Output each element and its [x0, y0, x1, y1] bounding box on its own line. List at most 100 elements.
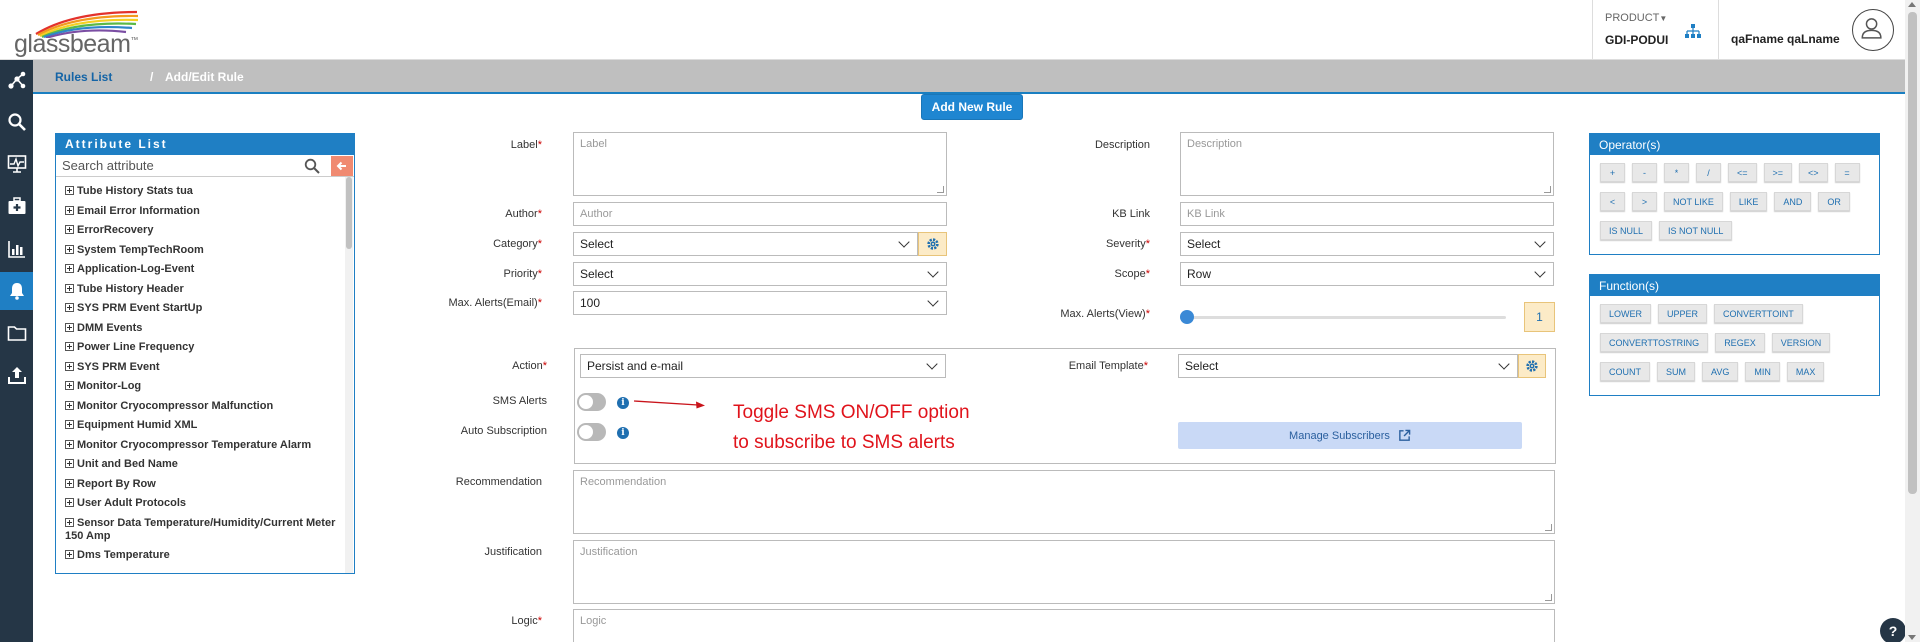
function-button[interactable]: LOWER: [1600, 304, 1652, 323]
expand-plus-icon[interactable]: [65, 283, 74, 293]
operator-button[interactable]: -: [1632, 163, 1657, 182]
operator-button[interactable]: OR: [1818, 192, 1850, 211]
function-button[interactable]: CONVERTTOSTRING: [1600, 333, 1709, 352]
function-button[interactable]: MAX: [1786, 362, 1825, 381]
nav-search[interactable]: [0, 103, 33, 141]
kb-link-input[interactable]: KB Link: [1180, 202, 1554, 226]
attribute-item[interactable]: User Adult Protocols: [65, 497, 343, 510]
operator-button[interactable]: <=: [1728, 163, 1757, 182]
logic-textarea[interactable]: Logic: [573, 609, 1555, 642]
severity-select[interactable]: Select: [1180, 232, 1554, 256]
expand-plus-icon[interactable]: [65, 381, 74, 390]
max-alerts-view-slider-handle[interactable]: [1180, 310, 1194, 324]
sms-alerts-info-icon[interactable]: i: [617, 397, 629, 409]
nav-monitor[interactable]: [0, 145, 33, 183]
attribute-item[interactable]: Dms Temperature: [65, 549, 343, 562]
expand-plus-icon[interactable]: [65, 342, 74, 351]
search-icon[interactable]: [304, 158, 320, 174]
breadcrumb-rules-list[interactable]: Rules List: [55, 70, 112, 84]
scope-select[interactable]: Row: [1180, 262, 1554, 286]
sms-alerts-toggle[interactable]: [577, 393, 606, 411]
attribute-list-scrollbar[interactable]: [345, 177, 353, 573]
operator-button[interactable]: AND: [1774, 192, 1812, 211]
expand-plus-icon[interactable]: [65, 225, 74, 234]
priority-select[interactable]: Select: [573, 262, 947, 286]
expand-plus-icon[interactable]: [65, 517, 74, 527]
product-selector[interactable]: PRODUCT▼ GDI-PODUI: [1592, 0, 1719, 60]
operator-button[interactable]: *: [1664, 163, 1689, 182]
help-button[interactable]: ?: [1880, 618, 1906, 642]
operator-button[interactable]: >: [1632, 192, 1657, 211]
expand-plus-icon[interactable]: [65, 420, 74, 429]
function-button[interactable]: CONVERTTOINT: [1714, 304, 1803, 323]
attribute-item[interactable]: DMM Events: [65, 322, 343, 335]
function-button[interactable]: SUM: [1657, 362, 1695, 381]
operator-button[interactable]: +: [1600, 163, 1625, 182]
function-button[interactable]: AVG: [1702, 362, 1739, 381]
attribute-item[interactable]: SYS PRM Event: [65, 361, 343, 374]
attribute-search-input[interactable]: [62, 157, 292, 174]
nav-files[interactable]: [0, 314, 33, 352]
function-button[interactable]: REGEX: [1715, 333, 1765, 352]
operator-button[interactable]: <>: [1799, 163, 1828, 182]
add-new-rule-button[interactable]: Add New Rule: [921, 94, 1023, 120]
nav-network[interactable]: [0, 62, 33, 100]
operator-button[interactable]: IS NULL: [1600, 221, 1653, 240]
function-button[interactable]: COUNT: [1600, 362, 1650, 381]
user-avatar[interactable]: [1852, 9, 1894, 51]
email-template-settings-button[interactable]: [1518, 354, 1546, 378]
expand-plus-icon[interactable]: [65, 303, 74, 312]
auto-subscription-info-icon[interactable]: i: [617, 427, 629, 439]
attribute-list-scroll-thumb[interactable]: [346, 177, 352, 249]
expand-plus-icon[interactable]: [65, 498, 74, 507]
expand-plus-icon[interactable]: [65, 361, 74, 371]
function-button[interactable]: VERSION: [1771, 333, 1831, 352]
description-textarea[interactable]: Description: [1180, 132, 1554, 196]
attribute-item[interactable]: Application-Log-Event: [65, 263, 343, 276]
operator-button[interactable]: IS NOT NULL: [1659, 221, 1733, 240]
attribute-item[interactable]: ErrorRecovery: [65, 224, 343, 237]
category-select[interactable]: Select: [573, 232, 918, 256]
page-scroll-thumb[interactable]: [1908, 12, 1917, 494]
attribute-item[interactable]: Monitor-Log: [65, 380, 343, 393]
operator-button[interactable]: LIKE: [1729, 192, 1768, 211]
nav-reports[interactable]: [0, 230, 33, 268]
nav-alerts[interactable]: [0, 272, 33, 310]
expand-plus-icon[interactable]: [65, 439, 74, 449]
expand-plus-icon[interactable]: [65, 264, 74, 273]
operator-button[interactable]: NOT LIKE: [1664, 192, 1723, 211]
attribute-item[interactable]: Monitor Cryocompressor Temperature Alarm: [65, 439, 343, 452]
expand-plus-icon[interactable]: [65, 459, 74, 468]
scroll-up-arrow-icon[interactable]: [1908, 2, 1916, 7]
attribute-item[interactable]: Report By Row: [65, 478, 343, 491]
nav-upload[interactable]: [0, 356, 33, 394]
author-input[interactable]: Author: [573, 202, 947, 226]
page-scrollbar[interactable]: [1905, 0, 1920, 642]
auto-subscription-toggle[interactable]: [577, 423, 606, 441]
collapse-panel-button[interactable]: [331, 156, 353, 176]
manage-subscribers-button[interactable]: Manage Subscribers: [1178, 422, 1522, 449]
action-select[interactable]: Persist and e-mail: [580, 354, 946, 378]
justification-textarea[interactable]: Justification: [573, 540, 1555, 604]
attribute-item[interactable]: Monitor Cryocompressor Malfunction: [65, 400, 343, 413]
label-textarea[interactable]: Label: [573, 132, 947, 196]
expand-plus-icon[interactable]: [65, 400, 74, 410]
max-alerts-email-select[interactable]: 100: [573, 291, 947, 315]
max-alerts-view-slider-track[interactable]: [1181, 316, 1506, 319]
scroll-down-arrow-icon[interactable]: [1908, 635, 1916, 640]
expand-plus-icon[interactable]: [65, 205, 74, 215]
attribute-item[interactable]: Equipment Humid XML: [65, 419, 343, 432]
function-button[interactable]: UPPER: [1658, 304, 1708, 323]
expand-plus-icon[interactable]: [65, 322, 74, 332]
attribute-item[interactable]: Email Error Information: [65, 205, 343, 218]
attribute-item[interactable]: Sensor Data Temperature/Humidity/Current…: [65, 517, 343, 543]
category-settings-button[interactable]: [918, 232, 947, 256]
operator-button[interactable]: =: [1834, 163, 1860, 182]
expand-plus-icon[interactable]: [65, 244, 74, 254]
expand-plus-icon[interactable]: [65, 478, 74, 488]
expand-plus-icon[interactable]: [65, 186, 74, 195]
attribute-item[interactable]: Tube History Header: [65, 283, 343, 296]
attribute-item[interactable]: Power Line Frequency: [65, 341, 343, 354]
recommendation-textarea[interactable]: Recommendation: [573, 470, 1555, 534]
expand-plus-icon[interactable]: [65, 550, 74, 559]
